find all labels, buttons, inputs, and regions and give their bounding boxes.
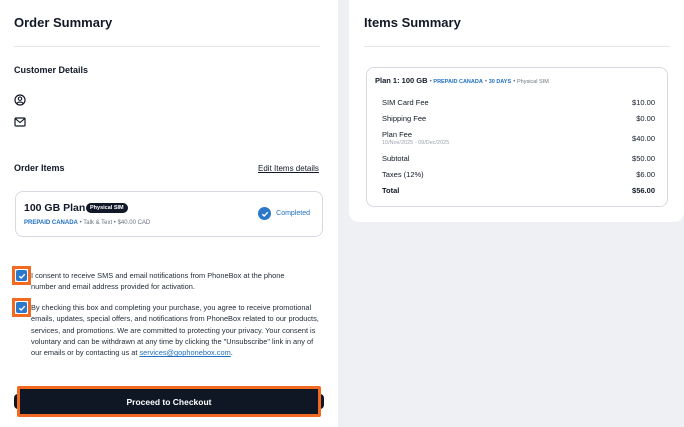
item-status-label: Completed	[276, 210, 310, 217]
plan-title: Plan 1: 100 GB	[375, 76, 428, 85]
user-circle-icon	[14, 94, 26, 106]
items-summary-divider	[364, 46, 670, 47]
sms-consent-checkbox[interactable]	[12, 266, 31, 285]
plan-fee-period: 10/Nov/2025 - 09/Dec/2025	[382, 140, 450, 146]
plan-summary-header: Plan 1: 100 GB • PREPAID CANADA • 30 DAY…	[375, 76, 549, 85]
summary-row-taxes: Taxes (12%) $6.00	[382, 170, 657, 179]
order-item-card: 100 GB Plan Physical SIM PREPAID CANADA …	[15, 191, 323, 237]
summary-row-label: Plan Fee	[382, 130, 413, 139]
checkbox-check-icon	[16, 270, 27, 281]
summary-row-shipping-fee: Shipping Fee $0.00	[382, 114, 657, 123]
summary-row-value: $10.00	[632, 98, 655, 107]
summary-row-sim-fee: SIM Card Fee $10.00	[382, 98, 657, 107]
plan-provider: PREPAID CANADA	[433, 79, 483, 85]
order-summary-divider	[14, 46, 320, 47]
summary-row-label: SIM Card Fee	[382, 98, 429, 107]
physical-sim-badge: Physical SIM	[86, 203, 128, 213]
support-email-link[interactable]: services@gophonebox.com	[139, 348, 230, 357]
plan-sim-type: Physical SIM	[516, 79, 549, 85]
summary-row-label: Taxes (12%)	[382, 170, 424, 179]
checkbox-check-icon	[16, 302, 27, 313]
mail-icon	[14, 117, 26, 127]
item-status: Completed	[258, 207, 310, 220]
summary-row-value: $50.00	[632, 154, 655, 163]
summary-row-value: $56.00	[632, 186, 655, 195]
order-summary-title: Order Summary	[14, 15, 113, 30]
sms-consent-text: I consent to receive SMS and email notif…	[31, 271, 285, 292]
marketing-consent-end: .	[230, 348, 233, 358]
proceed-to-checkout-button[interactable]: Proceed to Checkout	[17, 386, 321, 417]
summary-row-label: Subtotal	[382, 154, 410, 163]
summary-row-value: $0.00	[636, 114, 655, 123]
plan-days: 30 DAYS	[488, 79, 512, 85]
marketing-consent-checkbox[interactable]	[12, 298, 31, 317]
item-provider: PREPAID CANADA	[24, 220, 78, 226]
summary-row-label: Shipping Fee	[382, 114, 427, 123]
edit-items-link[interactable]: Edit Items details	[258, 164, 319, 173]
summary-row-value: $40.00	[632, 134, 655, 143]
summary-row-total: Total $56.00	[382, 186, 657, 195]
summary-row-subtotal: Subtotal $50.00	[382, 154, 657, 163]
summary-row-value: $6.00	[636, 170, 655, 179]
summary-row-plan-fee: Plan Fee 10/Nov/2025 - 09/Dec/2025 $40.0…	[382, 130, 657, 146]
order-items-label: Order Items	[14, 163, 65, 173]
marketing-consent-text: By checking this box and completing your…	[31, 302, 321, 358]
item-meta: PREPAID CANADA • Talk & Text • $40.00 CA…	[24, 220, 150, 226]
check-circle-icon	[258, 207, 272, 220]
item-plan-name: 100 GB Plan	[24, 202, 86, 214]
items-summary-title: Items Summary	[364, 15, 461, 30]
item-details: • Talk & Text • $40.00 CAD	[77, 220, 151, 226]
summary-row-label: Total	[382, 186, 400, 195]
customer-details-label: Customer Details	[14, 65, 89, 75]
checkout-button-label: Proceed to Checkout	[126, 396, 212, 407]
